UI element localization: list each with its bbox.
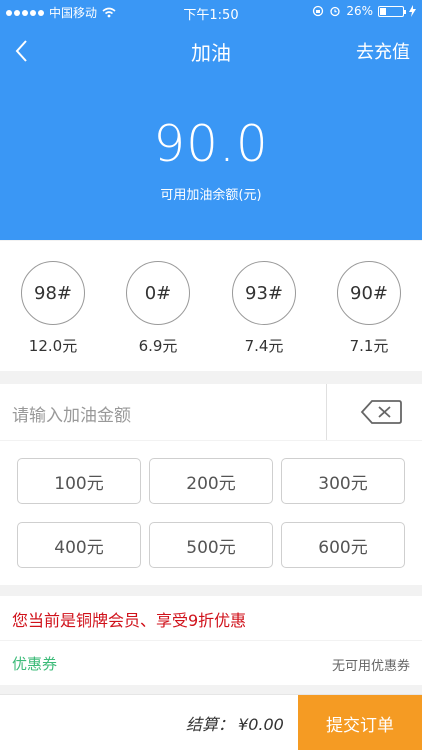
checkout-label: 结算： — [186, 715, 235, 734]
balance-amount: 90.0 — [153, 115, 269, 173]
amount-input-row: 请输入加油金额 — [0, 384, 422, 440]
battery-percent: 26% — [346, 4, 373, 18]
rotation-lock-icon — [313, 5, 324, 17]
fuel-grade-selector: 98# 12.0元 0# 6.9元 93# 7.4元 90# 7.1元 — [0, 241, 422, 371]
status-right: 26% — [312, 4, 416, 18]
member-notice-row: 您当前是铜牌会员、享受9折优惠 — [0, 596, 422, 640]
submit-order-button[interactable]: 提交订单 — [298, 695, 422, 750]
charging-icon — [409, 5, 416, 17]
fuel-price: 6.9元 — [138, 337, 178, 355]
balance-label: 可用加油余额(元) — [160, 188, 262, 203]
header: 中国移动 下午1:50 26% 加油 去充值 90.0 可用加油余额(元) — [0, 0, 422, 240]
nav-bar: 加油 去充值 — [0, 24, 422, 76]
checkout-bar: 结算： ¥0.00 提交订单 — [0, 694, 422, 750]
alarm-icon — [330, 6, 340, 17]
fuel-option-90[interactable]: 90# 7.1元 — [334, 261, 404, 356]
coupon-label: 优惠券 — [12, 655, 58, 673]
amount-chip-500[interactable]: 500元 — [149, 522, 273, 568]
checkout-total: 结算： ¥0.00 — [186, 711, 284, 735]
fuel-price: 7.4元 — [244, 337, 284, 355]
amount-chip-200[interactable]: 200元 — [149, 458, 273, 504]
preset-amounts: 100元 200元 300元 400元 500元 600元 — [0, 441, 422, 585]
checkout-amount: ¥0.00 — [238, 715, 284, 734]
coupon-row[interactable]: 优惠券 无可用优惠券 — [0, 641, 422, 685]
fuel-option-0[interactable]: 0# 6.9元 — [123, 261, 193, 356]
fuel-grade-label: 0# — [126, 261, 190, 325]
member-notice: 您当前是铜牌会员、享受9折优惠 — [12, 611, 247, 630]
fuel-grade-label: 90# — [337, 261, 401, 325]
amount-chip-400[interactable]: 400元 — [17, 522, 141, 568]
battery-fill — [380, 7, 386, 15]
amount-input[interactable]: 请输入加油金额 — [12, 401, 131, 426]
battery-icon — [378, 5, 406, 17]
fuel-grade-label: 98# — [21, 261, 85, 325]
amount-chip-600[interactable]: 600元 — [281, 522, 405, 568]
input-divider — [326, 384, 327, 440]
recharge-button[interactable]: 去充值 — [356, 38, 410, 64]
fuel-option-93[interactable]: 93# 7.4元 — [229, 261, 299, 356]
coupon-value: 无可用优惠券 — [331, 659, 410, 674]
status-bar: 中国移动 下午1:50 26% — [0, 0, 422, 24]
fuel-grade-label: 93# — [232, 261, 296, 325]
amount-chip-100[interactable]: 100元 — [17, 458, 141, 504]
backspace-icon[interactable] — [360, 399, 402, 425]
amount-chip-300[interactable]: 300元 — [281, 458, 405, 504]
fuel-option-98[interactable]: 98# 12.0元 — [18, 261, 88, 356]
fuel-price: 12.0元 — [28, 337, 78, 355]
fuel-price: 7.1元 — [349, 337, 389, 355]
